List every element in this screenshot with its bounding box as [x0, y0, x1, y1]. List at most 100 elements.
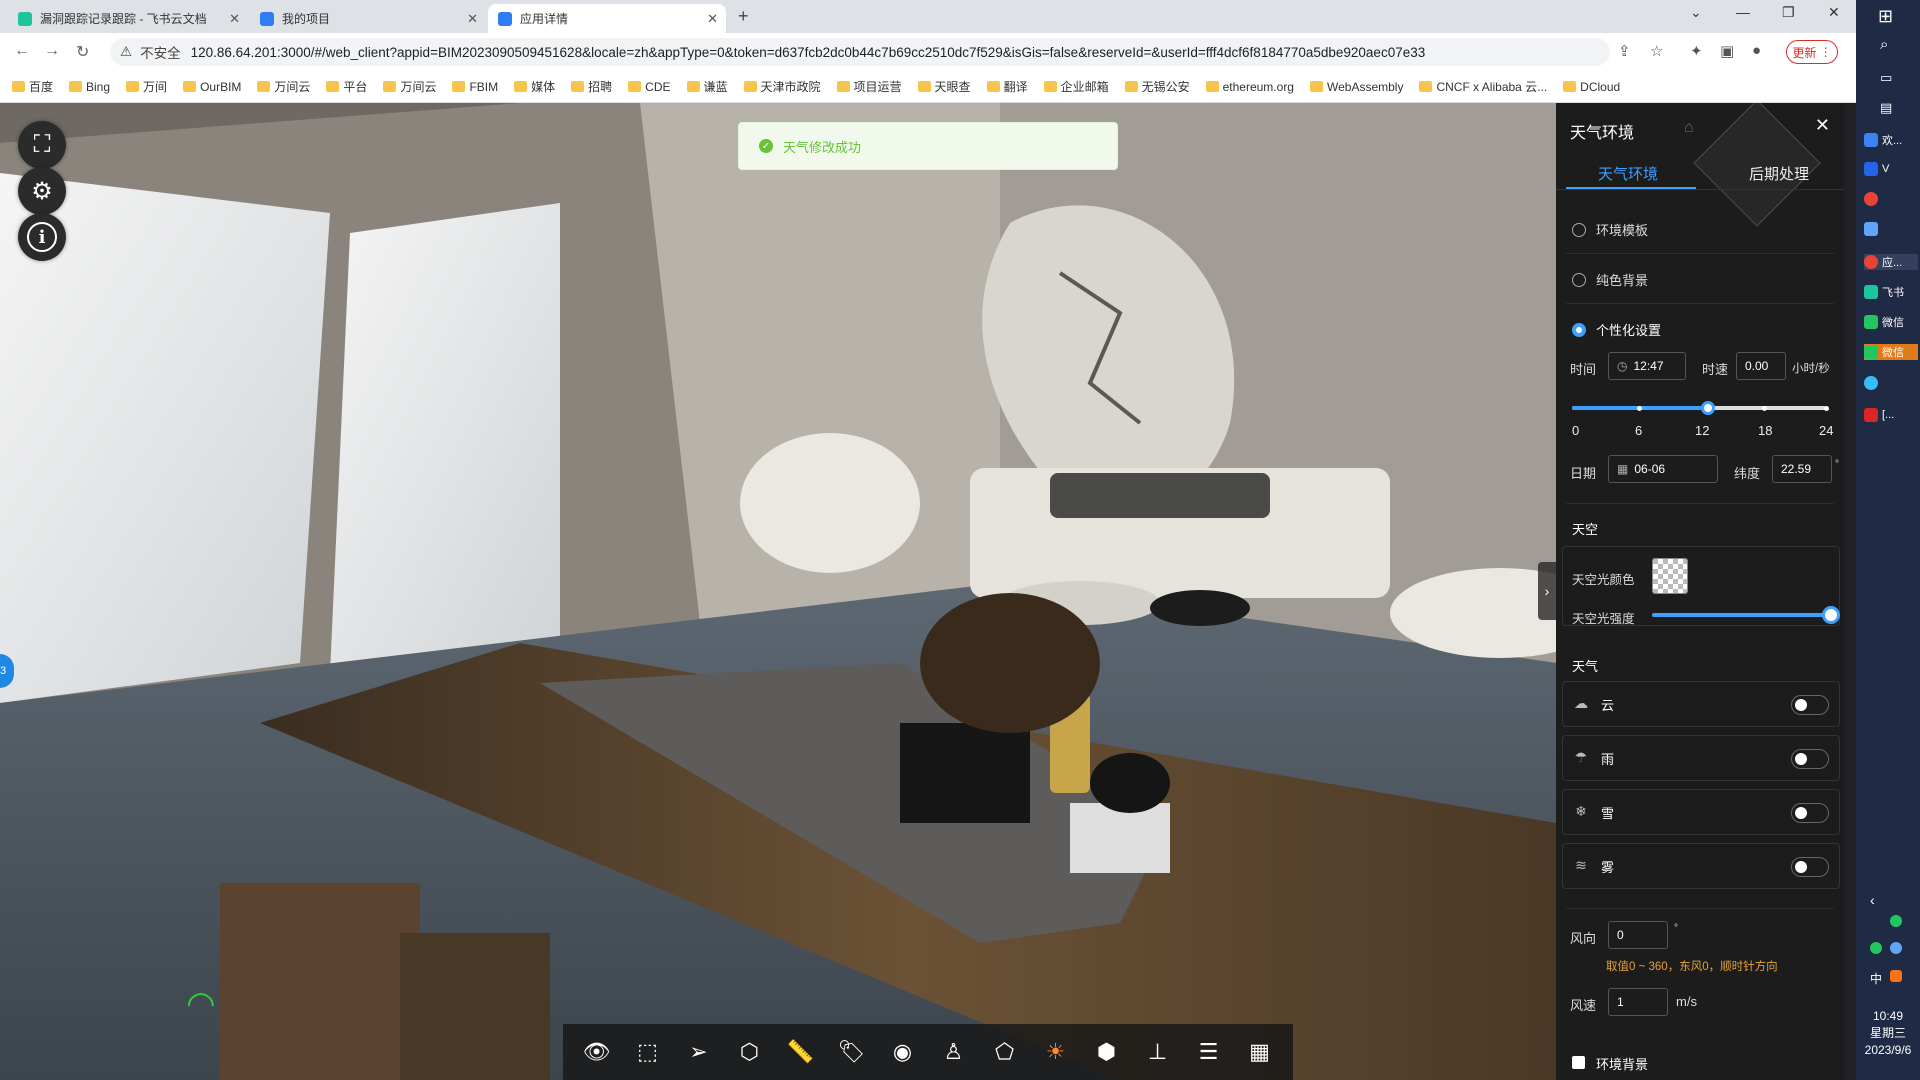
- bookmark-item[interactable]: DCloud: [1563, 80, 1620, 94]
- date-picker[interactable]: ▦ 06-06: [1608, 455, 1718, 483]
- fullscreen-button[interactable]: ⛶: [18, 121, 66, 169]
- bookmark-item[interactable]: ethereum.org: [1205, 80, 1294, 94]
- back-icon[interactable]: ←: [14, 42, 30, 60]
- bookmark-item[interactable]: FBIM: [452, 80, 498, 94]
- taskbar-app[interactable]: 微信: [1864, 344, 1918, 360]
- minimize-icon[interactable]: —: [1736, 4, 1750, 20]
- forward-icon[interactable]: →: [44, 42, 60, 60]
- tab-app-detail[interactable]: 应用详情 ✕: [488, 4, 726, 33]
- time-slider-handle[interactable]: [1701, 401, 1715, 415]
- taskbar-app[interactable]: [1864, 376, 1918, 390]
- time-speed-input[interactable]: 0.00: [1736, 352, 1786, 380]
- close-icon[interactable]: ✕: [467, 11, 478, 27]
- bookmark-item[interactable]: CNCF x Alibaba 云...: [1419, 78, 1547, 95]
- env-bg-checkbox[interactable]: [1572, 1056, 1585, 1069]
- reload-icon[interactable]: ↻: [76, 42, 89, 62]
- radio-checked-icon[interactable]: [1572, 322, 1586, 337]
- bookmark-item[interactable]: 媒体: [514, 78, 555, 95]
- close-icon[interactable]: ✕: [229, 11, 240, 27]
- settings-grid-icon[interactable]: ▦: [1243, 1035, 1277, 1069]
- cloud-toggle[interactable]: [1791, 695, 1829, 715]
- wind-speed-input[interactable]: 1: [1608, 988, 1668, 1016]
- tab-my-projects[interactable]: 我的项目 ✕: [250, 4, 486, 33]
- info-button[interactable]: i: [18, 213, 66, 261]
- option-solid-bg[interactable]: 纯色背景: [1572, 270, 1648, 289]
- search-icon[interactable]: ⌕: [1880, 36, 1888, 53]
- bookmark-item[interactable]: 项目运营: [836, 78, 902, 95]
- bookmark-item[interactable]: 百度: [12, 78, 53, 95]
- snow-toggle[interactable]: [1791, 803, 1829, 823]
- bookmark-item[interactable]: 万间云: [383, 78, 436, 95]
- properties-icon[interactable]: ☰: [1192, 1035, 1226, 1069]
- star-icon[interactable]: ☆: [1650, 42, 1663, 60]
- tray-ime-icon[interactable]: [1890, 970, 1902, 982]
- bookmark-item[interactable]: 企业邮箱: [1043, 78, 1109, 95]
- tab-weather[interactable]: 天气环境: [1598, 163, 1658, 184]
- bookmark-item[interactable]: 招聘: [571, 78, 612, 95]
- tray-app-icon[interactable]: [1890, 942, 1902, 954]
- taskbar-app[interactable]: 微信: [1864, 314, 1918, 330]
- fog-toggle[interactable]: [1791, 857, 1829, 877]
- url-input[interactable]: ⚠ 不安全 120.86.64.201:3000/#/web_client?ap…: [110, 38, 1610, 66]
- ime-indicator[interactable]: 中: [1870, 970, 1882, 987]
- bookmark-item[interactable]: OurBIM: [183, 80, 241, 94]
- tab-search-icon[interactable]: ⌄: [1690, 4, 1702, 21]
- tray-wechat-icon[interactable]: [1890, 915, 1902, 927]
- tree-icon[interactable]: ⊥: [1141, 1035, 1175, 1069]
- bookmark-item[interactable]: 无锡公安: [1124, 78, 1190, 95]
- panel-close-icon[interactable]: ✕: [1815, 115, 1830, 136]
- bookmark-item[interactable]: 谦蓝: [686, 78, 728, 95]
- cube-icon[interactable]: ⬡: [733, 1035, 767, 1069]
- taskbar-app[interactable]: [1864, 222, 1918, 236]
- files-icon[interactable]: ▤: [1880, 100, 1892, 116]
- latitude-input[interactable]: 22.59: [1772, 455, 1832, 483]
- sky-intensity-handle[interactable]: [1822, 606, 1840, 624]
- tray-wechat-icon[interactable]: [1870, 942, 1882, 954]
- tag-icon[interactable]: 🏷: [835, 1035, 869, 1069]
- taskbar-app-active[interactable]: 应...: [1864, 254, 1918, 270]
- radio-icon[interactable]: [1572, 222, 1586, 237]
- eye-icon[interactable]: 👁: [580, 1035, 614, 1069]
- measure-icon[interactable]: 📏: [784, 1035, 818, 1069]
- send-icon[interactable]: ➢: [682, 1035, 716, 1069]
- tab-post-processing[interactable]: 后期处理: [1749, 163, 1809, 184]
- time-picker[interactable]: ◷ 12:47: [1608, 352, 1686, 380]
- weather-icon[interactable]: ☀: [1039, 1035, 1073, 1069]
- photos-icon[interactable]: ▭: [1880, 70, 1892, 86]
- taskbar-app[interactable]: 飞书: [1864, 284, 1918, 300]
- view-focus-icon[interactable]: ◉: [886, 1035, 920, 1069]
- box-icon[interactable]: ⬢: [1090, 1035, 1124, 1069]
- settings-button[interactable]: ⚙: [18, 167, 66, 215]
- sky-color-picker[interactable]: [1652, 558, 1688, 594]
- taskbar-app[interactable]: [...: [1864, 408, 1918, 422]
- taskbar-app[interactable]: [1864, 192, 1918, 206]
- new-tab-icon[interactable]: +: [738, 6, 749, 27]
- radio-icon[interactable]: [1572, 272, 1586, 287]
- profile-icon[interactable]: ●: [1752, 42, 1761, 59]
- wind-direction-input[interactable]: 0: [1608, 921, 1668, 949]
- sky-intensity-slider[interactable]: [1652, 613, 1832, 617]
- close-icon[interactable]: ✕: [707, 11, 718, 27]
- windows-start-icon[interactable]: ⊞: [1878, 6, 1893, 27]
- bookmark-item[interactable]: 万间: [126, 78, 167, 95]
- taskbar-app[interactable]: V: [1864, 162, 1918, 176]
- section-icon[interactable]: ⬠: [988, 1035, 1022, 1069]
- panel-collapse-button[interactable]: ›: [1538, 562, 1556, 620]
- window-close-icon[interactable]: ✕: [1828, 4, 1840, 21]
- option-custom[interactable]: 个性化设置: [1572, 320, 1661, 339]
- bookmark-item[interactable]: 平台: [326, 78, 367, 95]
- rain-toggle[interactable]: [1791, 749, 1829, 769]
- bookmark-item[interactable]: CDE: [628, 80, 671, 94]
- person-icon[interactable]: ♙: [937, 1035, 971, 1069]
- restore-icon[interactable]: ❐: [1782, 4, 1795, 21]
- home-icon[interactable]: ⌂: [1684, 119, 1694, 137]
- bookmark-item[interactable]: 万间云: [257, 78, 310, 95]
- 3d-viewport[interactable]: ⛶ ⚙ i: [0, 103, 1556, 1080]
- frame-select-icon[interactable]: ⬚: [631, 1035, 665, 1069]
- share-icon[interactable]: ⇪: [1618, 42, 1631, 60]
- system-clock[interactable]: 10:49 星期三 2023/9/6: [1856, 1008, 1920, 1059]
- option-env-template[interactable]: 环境模板: [1572, 220, 1648, 239]
- chevron-left-icon[interactable]: ‹: [1870, 892, 1875, 908]
- taskbar-app[interactable]: 欢...: [1864, 132, 1918, 148]
- bookmark-item[interactable]: 天津市政院: [743, 78, 821, 95]
